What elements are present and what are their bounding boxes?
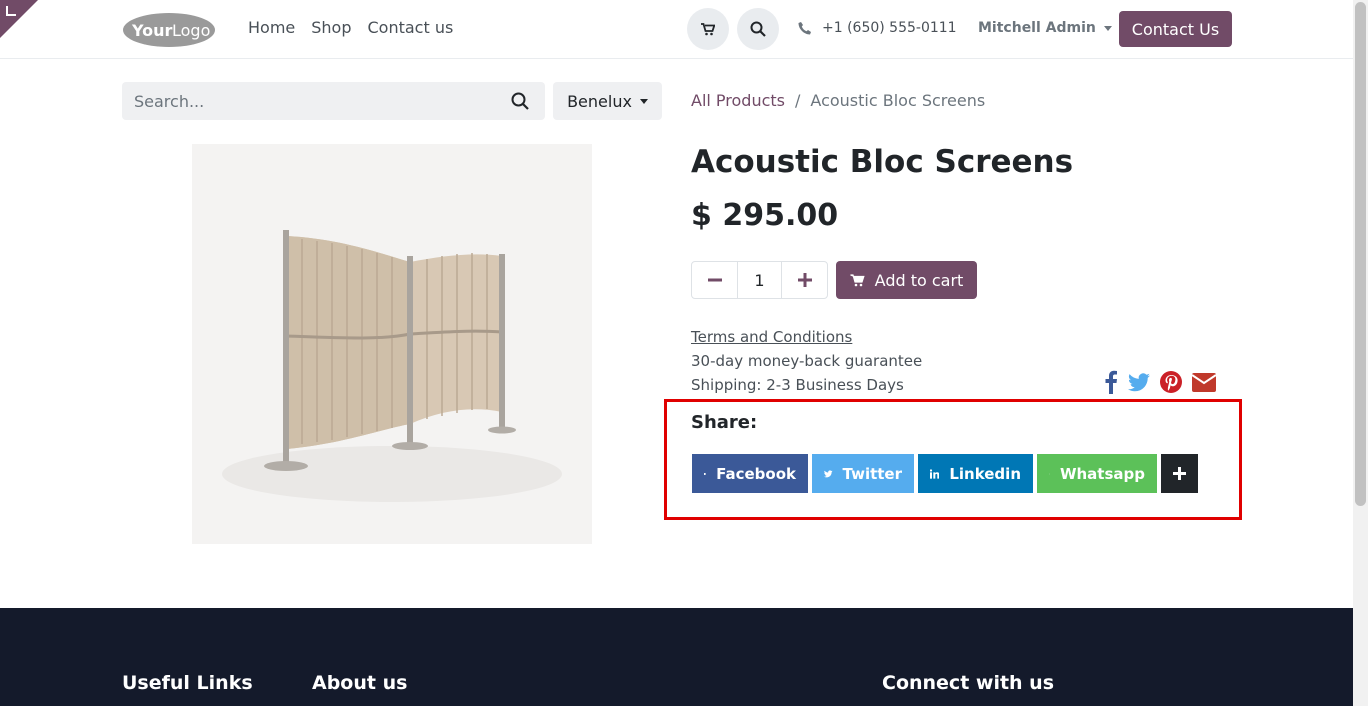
breadcrumb-current: Acoustic Bloc Screens xyxy=(810,91,986,110)
twitter-icon[interactable] xyxy=(1128,372,1150,392)
cart-button[interactable] xyxy=(687,8,729,50)
share-whatsapp-button[interactable]: Whatsapp xyxy=(1037,454,1157,493)
linkedin-icon xyxy=(930,468,940,479)
site-logo[interactable]: Your Logo xyxy=(122,11,216,49)
linkedin-label: Linkedin xyxy=(949,464,1021,483)
acoustic-screen-illustration xyxy=(222,230,562,502)
phone-link[interactable]: +1 (650) 555-0111 xyxy=(798,20,957,36)
nav-home[interactable]: Home xyxy=(248,18,295,37)
breadcrumb-all-products[interactable]: All Products xyxy=(691,91,785,110)
footer-connect-heading: Connect with us xyxy=(882,672,1055,694)
pinterest-icon[interactable] xyxy=(1160,371,1182,393)
product-title: Acoustic Bloc Screens xyxy=(691,144,1074,180)
scrollbar-thumb[interactable] xyxy=(1355,2,1366,506)
facebook-square-icon xyxy=(704,472,707,475)
contact-us-button[interactable]: Contact Us xyxy=(1119,11,1232,47)
quantity-increase-button[interactable] xyxy=(782,262,827,298)
add-to-cart-label: Add to cart xyxy=(874,270,964,290)
nav-contact[interactable]: Contact us xyxy=(368,18,454,37)
main-nav: Home Shop Contact us xyxy=(248,18,453,37)
breadcrumb-separator: / xyxy=(795,91,801,110)
search-toggle-button[interactable] xyxy=(737,8,779,50)
plus-icon xyxy=(797,273,812,287)
email-icon[interactable] xyxy=(1192,372,1216,392)
svg-text:Your: Your xyxy=(131,21,173,40)
breadcrumb: All Products / Acoustic Bloc Screens xyxy=(691,91,985,110)
product-search xyxy=(122,82,545,120)
social-share-icons xyxy=(1104,370,1216,394)
footer-about-heading: About us xyxy=(312,672,408,694)
plus-icon xyxy=(1173,467,1186,480)
terms-link[interactable]: Terms and Conditions xyxy=(691,325,922,349)
site-header: Your Logo Home Shop Contact us +1 (650) … xyxy=(0,0,1353,59)
search-input[interactable] xyxy=(122,82,502,120)
search-icon[interactable] xyxy=(511,92,529,110)
facebook-icon[interactable] xyxy=(1104,370,1118,394)
share-more-button[interactable] xyxy=(1161,454,1198,493)
add-to-cart-button[interactable]: Add to cart xyxy=(836,261,977,299)
chevron-down-icon xyxy=(1103,25,1112,31)
share-facebook-button[interactable]: Facebook xyxy=(692,454,808,493)
pricelist-dropdown[interactable]: Benelux xyxy=(553,82,662,120)
facebook-label: Facebook xyxy=(716,464,796,483)
cart-icon xyxy=(849,273,865,286)
phone-number: +1 (650) 555-0111 xyxy=(822,20,957,36)
cart-icon xyxy=(701,22,715,35)
whatsapp-icon xyxy=(1049,473,1050,474)
quantity-stepper: 1 xyxy=(691,261,828,299)
shipping-text: Shipping: 2-3 Business Days xyxy=(691,376,904,394)
minus-icon xyxy=(707,278,722,282)
search-icon xyxy=(750,21,766,37)
twitter-icon xyxy=(824,469,833,477)
share-linkedin-button[interactable]: Linkedin xyxy=(918,454,1033,493)
product-image[interactable] xyxy=(192,144,592,544)
product-price: $ 295.00 xyxy=(691,198,839,233)
page-scrollbar[interactable] xyxy=(1353,0,1368,706)
footer-useful-links-heading: Useful Links xyxy=(122,672,253,694)
quantity-decrease-button[interactable] xyxy=(692,262,737,298)
user-menu[interactable]: Mitchell Admin xyxy=(978,20,1112,36)
corner-arrow-icon xyxy=(6,6,16,16)
twitter-label: Twitter xyxy=(842,464,903,483)
chevron-down-icon xyxy=(639,98,648,104)
guarantee-text: 30-day money-back guarantee xyxy=(691,352,923,370)
share-twitter-button[interactable]: Twitter xyxy=(812,454,914,493)
pricelist-label: Benelux xyxy=(567,91,632,111)
svg-text:Logo: Logo xyxy=(172,21,210,40)
whatsapp-label: Whatsapp xyxy=(1059,464,1145,483)
quantity-input[interactable]: 1 xyxy=(737,262,782,298)
user-name: Mitchell Admin xyxy=(978,20,1096,36)
product-info: Terms and Conditions 30-day money-back g… xyxy=(691,325,922,397)
share-label: Share: xyxy=(691,412,758,433)
share-buttons: Facebook Twitter Linkedin Whatsapp xyxy=(692,454,1198,493)
nav-shop[interactable]: Shop xyxy=(311,18,351,37)
phone-icon xyxy=(798,22,811,35)
